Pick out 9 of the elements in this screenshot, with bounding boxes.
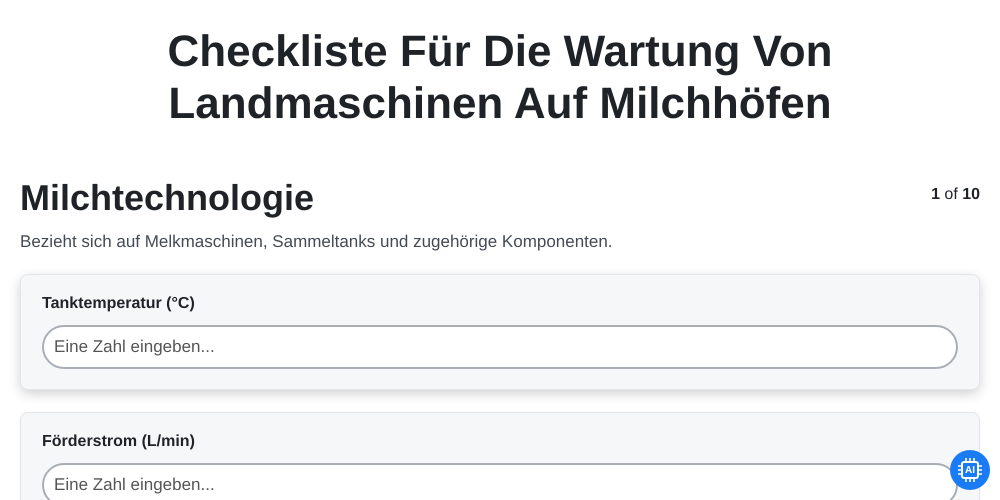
- chip-icon: [957, 457, 983, 483]
- section-heading: Milchtechnologie: [20, 176, 314, 220]
- number-input[interactable]: Eine Zahl eingeben...: [42, 463, 958, 500]
- section-description: Bezieht sich auf Melkmaschinen, Sammeltanks und zugehörige Komponenten.: [19, 232, 614, 252]
- page-counter: 1 of 10: [931, 186, 980, 204]
- field-label: Förderstrom (L/min): [42, 433, 195, 451]
- number-input[interactable]: Eine Zahl eingeben...: [42, 325, 958, 369]
- field-label: Tanktemperatur (°C): [42, 295, 195, 313]
- page-title: Checkliste Für Die Wartung Von Landmaschinen Auf Milchhöfen: [166, 26, 834, 130]
